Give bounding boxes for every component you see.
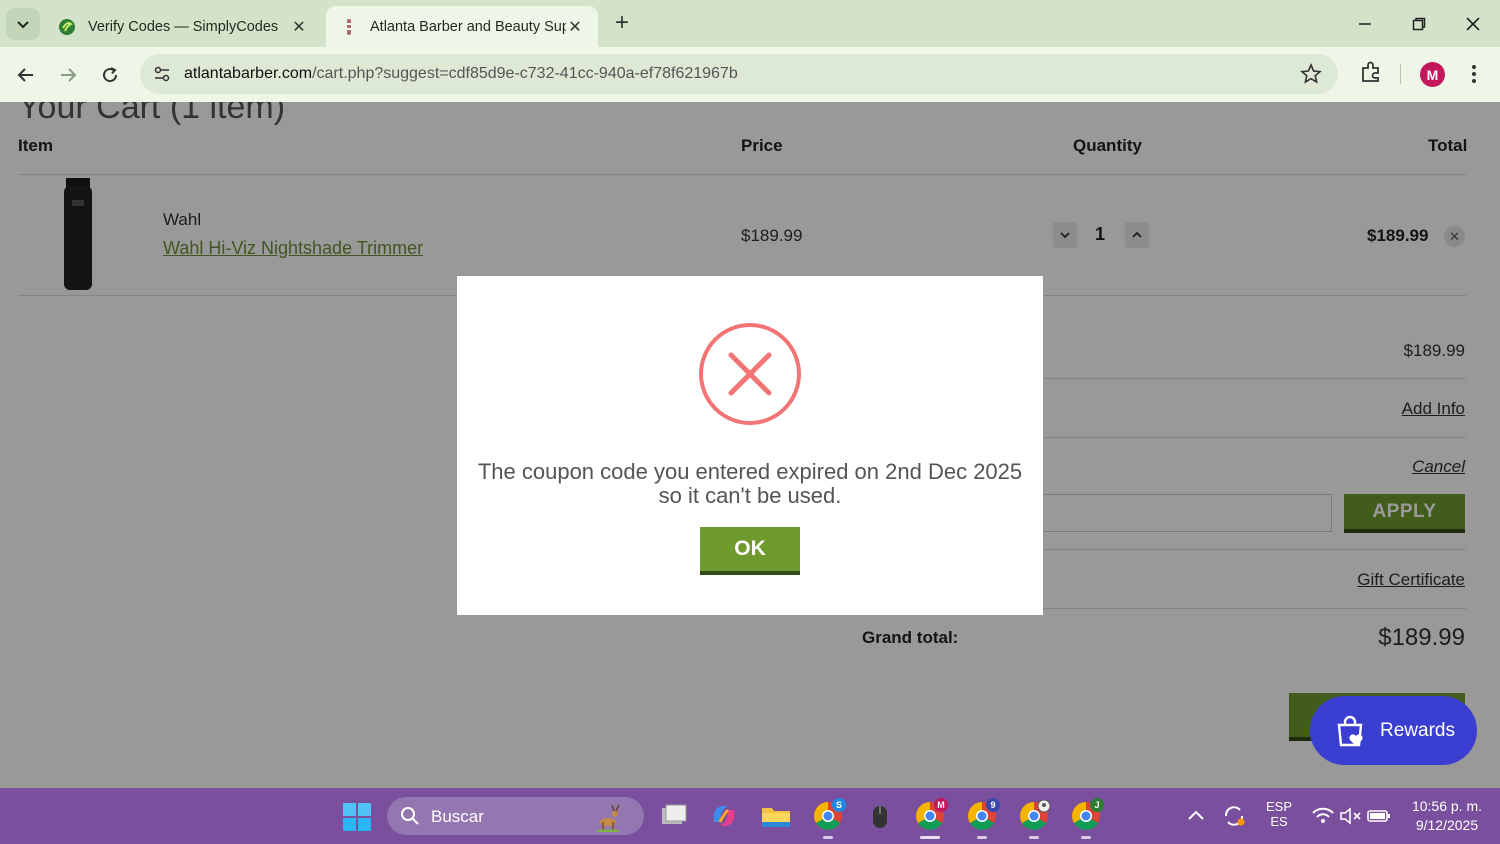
active-indicator: [920, 836, 940, 839]
profile-badge-s: S: [832, 798, 846, 812]
profile-badge-j: J: [1090, 798, 1104, 812]
reload-icon: [103, 67, 118, 83]
simplycodes-favicon-icon: [59, 18, 75, 35]
cart-page: Your Cart (1 item) Item Price Quantity T…: [0, 102, 1500, 788]
minimize-icon: [1359, 23, 1371, 25]
close-window-button[interactable]: [1453, 8, 1493, 40]
running-indicator: [977, 836, 987, 839]
restore-button[interactable]: [1399, 8, 1439, 40]
close-icon: [1466, 17, 1480, 31]
address-bar[interactable]: atlantabarber.com/cart.php?suggest=cdf85…: [140, 54, 1338, 94]
browser-toolbar: atlantabarber.com/cart.php?suggest=cdf85…: [0, 47, 1500, 102]
extensions-puzzle-icon[interactable]: [1358, 59, 1384, 85]
tab-atlanta-barber[interactable]: Atlanta Barber and Beauty Supply ✕: [326, 6, 598, 47]
error-dialog: The coupon code you entered expired on 2…: [457, 276, 1043, 615]
rewards-label: Rewards: [1380, 719, 1455, 741]
profile-badge-m: M: [934, 798, 948, 812]
site-info-icon[interactable]: [150, 62, 174, 86]
url-path: /cart.php?suggest=cdf85d9e-c732-41cc-940…: [312, 65, 738, 82]
volume-muted-icon[interactable]: [1338, 800, 1364, 832]
battery-icon[interactable]: [1366, 800, 1392, 832]
tab-search-button[interactable]: [6, 8, 40, 40]
running-indicator: [1029, 836, 1039, 839]
wifi-icon[interactable]: [1310, 800, 1336, 832]
error-message-line2: so it can't be used.: [658, 483, 842, 508]
arrow-right-icon: [61, 68, 77, 82]
clock-time: 10:56 p. m.: [1411, 798, 1483, 814]
new-tab-button[interactable]: +: [608, 10, 636, 38]
tab-close-icon[interactable]: ✕: [566, 17, 584, 37]
input-language[interactable]: ESP ES: [1262, 799, 1296, 829]
taskbar-search[interactable]: Buscar: [387, 797, 644, 835]
tab-title: Atlanta Barber and Beauty Supply: [370, 18, 566, 35]
reload-button[interactable]: [94, 59, 126, 91]
ok-button[interactable]: OK: [700, 527, 800, 575]
rewards-launcher-button[interactable]: Rewards: [1310, 696, 1477, 765]
file-explorer-icon[interactable]: [760, 800, 792, 832]
browser-tab-bar: Verify Codes — SimplyCodes ✕ Atlanta Bar…: [0, 0, 1500, 47]
profile-avatar[interactable]: M: [1420, 62, 1445, 87]
mouse-app-icon[interactable]: [864, 800, 896, 832]
chrome-profile-generic-icon[interactable]: [1018, 800, 1050, 832]
forward-button[interactable]: [52, 59, 84, 91]
url-text: atlantabarber.com/cart.php?suggest=cdf85…: [184, 65, 738, 83]
search-label: Buscar: [431, 807, 484, 826]
shopping-bag-heart-icon: [1337, 715, 1363, 746]
tab-title: Verify Codes — SimplyCodes: [88, 18, 279, 35]
tab-close-icon[interactable]: ✕: [290, 17, 308, 37]
minimize-button[interactable]: [1345, 8, 1385, 40]
restore-icon: [1412, 17, 1426, 31]
windows-start-icon[interactable]: [342, 802, 372, 832]
task-view-icon[interactable]: [658, 800, 690, 832]
copilot-icon[interactable]: [708, 800, 740, 832]
chevron-up-icon[interactable]: [1182, 800, 1210, 832]
clock[interactable]: 10:56 p. m. 9/12/2025: [1404, 797, 1490, 835]
search-icon: [401, 807, 419, 825]
toolbar-divider: [1400, 64, 1401, 84]
error-x-circle-icon: [699, 323, 801, 425]
clock-date: 9/12/2025: [1415, 817, 1479, 833]
barber-favicon-icon: [347, 18, 351, 35]
profile-badge-9: 9: [986, 798, 1000, 812]
back-button[interactable]: [10, 59, 42, 91]
deer-search-highlight-icon: [596, 804, 620, 832]
browser-menu-button[interactable]: [1464, 60, 1484, 88]
language-code: ESP: [1265, 799, 1292, 814]
keyboard-layout: ES: [1270, 814, 1288, 829]
sync-icon[interactable]: [1220, 800, 1248, 832]
url-host: atlantabarber.com: [184, 65, 313, 82]
error-message: The coupon code you entered expired on 2…: [457, 460, 1043, 508]
arrow-left-icon: [17, 68, 33, 82]
chevron-down-icon: [17, 21, 29, 29]
running-indicator: [1081, 836, 1091, 839]
tab-simplycodes[interactable]: Verify Codes — SimplyCodes ✕: [44, 6, 322, 47]
running-indicator: [823, 836, 833, 839]
error-message-line1: The coupon code you entered expired on 2…: [477, 459, 1023, 484]
bookmark-star-icon[interactable]: [1300, 63, 1322, 85]
windows-taskbar: Buscar S M 9 J ESP ES 10:56 p. m. 9/12/2…: [0, 788, 1500, 844]
